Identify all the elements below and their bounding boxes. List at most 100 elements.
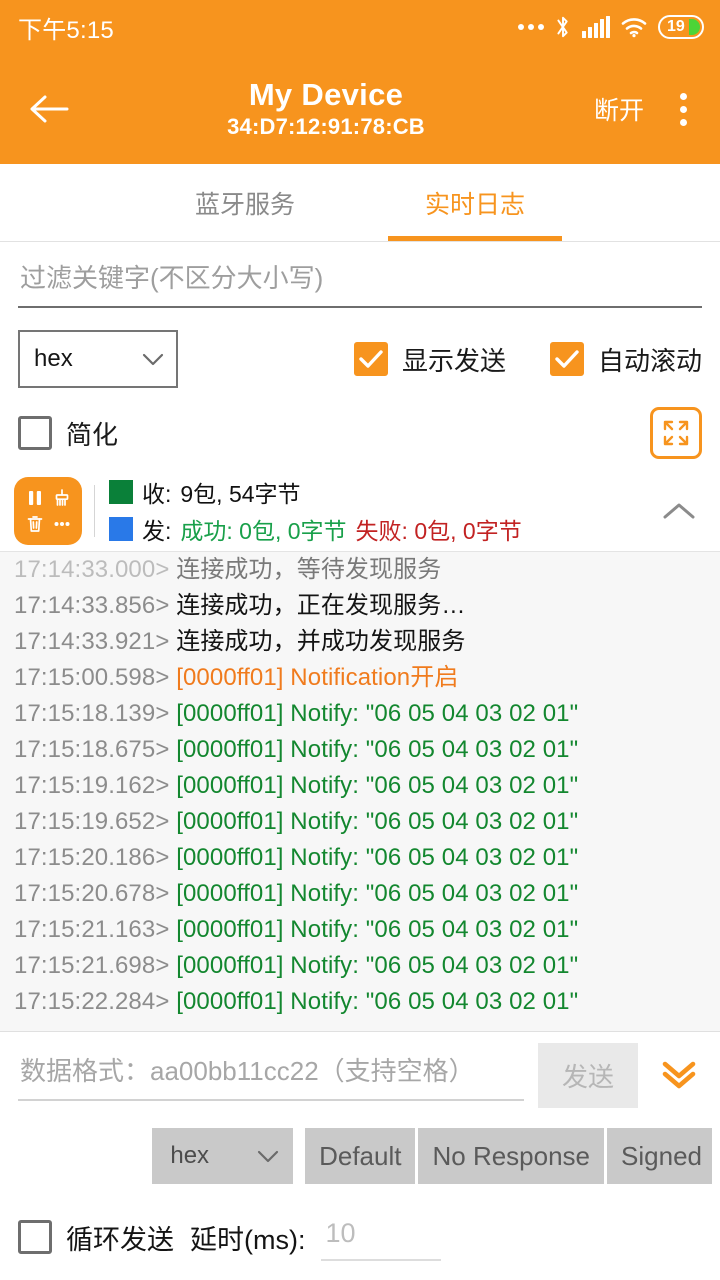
simplify-checkbox[interactable]: 简化 (18, 415, 118, 452)
scroll-to-bottom-button[interactable] (652, 1048, 706, 1102)
auto-scroll-checkbox[interactable]: 自动滚动 (550, 341, 702, 378)
check-icon (359, 350, 383, 369)
log-line-message: [0000ff01] Notify: "06 05 04 03 02 01" (176, 880, 578, 907)
app-bar-titles: My Device 34:D7:12:91:78:CB (68, 78, 584, 140)
chevron-up-icon (662, 501, 696, 521)
wifi-icon (621, 16, 647, 38)
double-chevron-down-icon (659, 1058, 699, 1092)
back-arrow-icon (29, 93, 69, 125)
loop-send-checkbox[interactable]: 循环发送 (18, 1218, 174, 1257)
options-row-primary: hex 显示发送 自动滚动 (0, 322, 720, 396)
segment-default[interactable]: Default (305, 1128, 418, 1184)
loop-send-label: 循环发送 (66, 1218, 174, 1257)
log-line-message: 连接成功，等待发现服务 (176, 556, 441, 583)
log-line-message: [0000ff01] Notify: "06 05 04 03 02 01" (176, 772, 578, 799)
tab-realtime-log[interactable]: 实时日志 (360, 164, 590, 241)
show-send-label: 显示发送 (402, 341, 506, 378)
log-format-select[interactable]: hex (18, 330, 178, 388)
app-screen: 下午5:15 19 (0, 0, 720, 1280)
segment-signed[interactable]: Signed (607, 1128, 712, 1184)
stats-text: 收: 9包, 54字节 发: 成功: 0包, 0字节 失败: 0包, 0字节 (109, 475, 656, 546)
tx-success-value: 成功: 0包, 0字节 (180, 512, 346, 546)
stats-collapse-button[interactable] (656, 488, 702, 534)
battery-icon: 19 (658, 15, 704, 39)
log-line-timestamp: 17:15:21.698> (14, 952, 176, 979)
status-bar-icons: 19 (518, 15, 704, 39)
log-line-message: [0000ff01] Notify: "06 05 04 03 02 01" (176, 844, 578, 871)
log-output[interactable]: 17:14:33.000> 连接成功，等待发现服务17:14:33.856> 连… (0, 552, 720, 1032)
log-line-timestamp: 17:15:21.163> (14, 916, 176, 943)
log-line: 17:15:00.598> [0000ff01] Notification开启 (14, 660, 706, 696)
log-line-timestamp: 17:15:22.284> (14, 988, 176, 1015)
send-format-value: hex (170, 1142, 209, 1170)
check-icon (555, 350, 579, 369)
ellipsis-icon (52, 514, 72, 534)
status-bar-clock: 下午5:15 (18, 10, 114, 45)
log-line-message: [0000ff01] Notify: "06 05 04 03 02 01" (176, 952, 578, 979)
log-line-timestamp: 17:15:18.675> (14, 736, 176, 763)
stats-tx-line: 发: 成功: 0包, 0字节 失败: 0包, 0字节 (109, 512, 656, 546)
tx-fail-value: 失败: 0包, 0字节 (356, 512, 522, 546)
log-line-list: 17:14:33.000> 连接成功，等待发现服务17:14:33.856> 连… (14, 552, 706, 1020)
log-line: 17:15:18.675> [0000ff01] Notify: "06 05 … (14, 732, 706, 768)
log-line-message: [0000ff01] Notify: "06 05 04 03 02 01" (176, 988, 578, 1015)
log-line-timestamp: 17:15:00.598> (14, 664, 176, 691)
log-line-message: [0000ff01] Notify: "06 05 04 03 02 01" (176, 736, 578, 763)
tab-bluetooth-services[interactable]: 蓝牙服务 (130, 164, 360, 241)
delay-label: 延时(ms): (190, 1218, 305, 1257)
write-type-segmented-control: Default No Response Signed (305, 1128, 712, 1184)
show-send-checkbox-box (354, 342, 388, 376)
log-controls-button[interactable] (14, 477, 82, 545)
log-line-timestamp: 17:14:33.000> (14, 556, 176, 583)
options-row-secondary: 简化 (0, 396, 720, 470)
log-line-timestamp: 17:15:20.678> (14, 880, 176, 907)
log-line-timestamp: 17:14:33.921> (14, 628, 176, 655)
chevron-down-icon (142, 353, 164, 366)
send-button[interactable]: 发送 (538, 1043, 638, 1108)
log-line-message: [0000ff01] Notify: "06 05 04 03 02 01" (176, 700, 578, 727)
log-line: 17:14:33.000> 连接成功，等待发现服务 (14, 552, 706, 588)
log-line: 17:15:21.698> [0000ff01] Notify: "06 05 … (14, 948, 706, 984)
send-data-input[interactable] (18, 1050, 524, 1101)
more-dots-icon (518, 24, 544, 30)
loop-send-row: 循环发送 延时(ms): (0, 1194, 720, 1280)
stats-divider (94, 485, 95, 537)
log-line-message: 连接成功，正在发现服务… (176, 592, 465, 619)
rx-value: 9包, 54字节 (180, 475, 300, 509)
stats-bar: 收: 9包, 54字节 发: 成功: 0包, 0字节 失败: 0包, 0字节 (0, 470, 720, 552)
stats-rx-line: 收: 9包, 54字节 (109, 475, 656, 509)
trash-icon (25, 514, 45, 534)
log-line: 17:15:19.162> [0000ff01] Notify: "06 05 … (14, 768, 706, 804)
status-bar: 下午5:15 19 (0, 0, 720, 54)
log-line: 17:15:22.284> [0000ff01] Notify: "06 05 … (14, 984, 706, 1020)
log-line-message: [0000ff01] Notification开启 (176, 664, 458, 691)
log-line-timestamp: 17:15:19.162> (14, 772, 176, 799)
log-line-timestamp: 17:14:33.856> (14, 592, 176, 619)
segment-no-response[interactable]: No Response (418, 1128, 607, 1184)
log-line-message: [0000ff01] Notify: "06 05 04 03 02 01" (176, 808, 578, 835)
battery-level-text: 19 (660, 19, 685, 35)
delay-input[interactable] (321, 1214, 441, 1261)
auto-scroll-label: 自动滚动 (598, 341, 702, 378)
log-line: 17:14:33.856> 连接成功，正在发现服务… (14, 588, 706, 624)
log-line-timestamp: 17:15:18.139> (14, 700, 176, 727)
app-bar: My Device 34:D7:12:91:78:CB 断开 (0, 54, 720, 164)
send-format-select[interactable]: hex (152, 1128, 293, 1184)
tx-label: 发: (142, 512, 171, 546)
log-line-message: 连接成功，并成功发现服务 (176, 628, 465, 655)
filter-input[interactable] (18, 257, 702, 308)
show-send-checkbox[interactable]: 显示发送 (354, 341, 506, 378)
cellular-signal-icon (582, 16, 610, 38)
log-line-message: [0000ff01] Notify: "06 05 04 03 02 01" (176, 916, 578, 943)
disconnect-button[interactable]: 断开 (584, 85, 654, 133)
log-line: 17:15:20.186> [0000ff01] Notify: "06 05 … (14, 840, 706, 876)
broom-icon (52, 488, 72, 508)
log-line: 17:14:33.921> 连接成功，并成功发现服务 (14, 624, 706, 660)
log-line: 17:15:20.678> [0000ff01] Notify: "06 05 … (14, 876, 706, 912)
auto-scroll-checkbox-box (550, 342, 584, 376)
page-title: My Device (249, 78, 403, 113)
overflow-menu-button[interactable] (660, 80, 706, 138)
expand-fullscreen-button[interactable] (650, 407, 702, 459)
loop-send-checkbox-box (18, 1220, 52, 1254)
rx-color-swatch (109, 480, 133, 504)
